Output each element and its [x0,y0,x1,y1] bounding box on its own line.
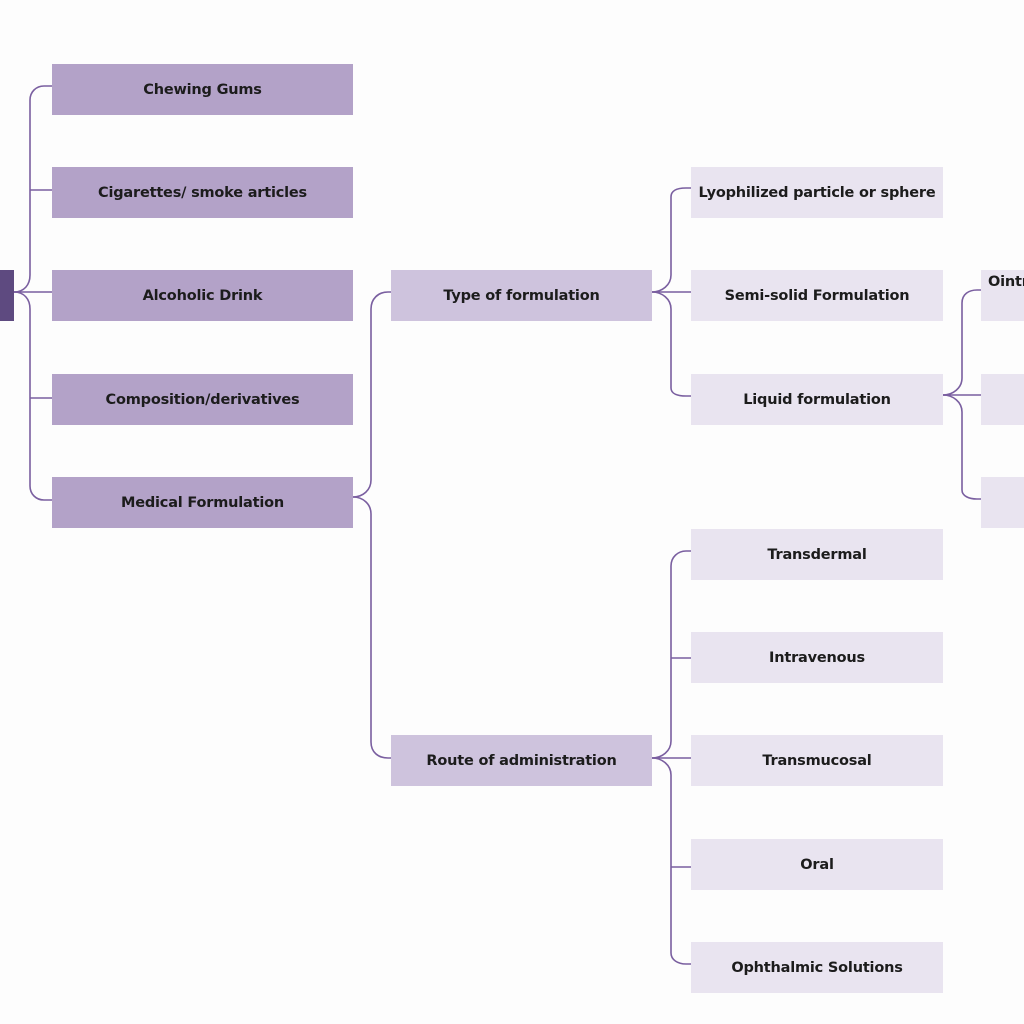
node-medical-formulation[interactable]: Medical Formulation [52,477,353,528]
connector-type-to-lyophilized [651,187,691,293]
connector-medical-to-type [352,291,391,498]
node-label: Alcoholic Drink [142,287,263,304]
node-cigarettes-smoke-articles[interactable]: Cigarettes/ smoke articles [52,167,353,218]
node-label: Chewing Gums [143,81,262,98]
connector-liquid-to-ointment [942,289,981,396]
connector-route-to-transdermal [651,550,691,759]
node-ophthalmic-solutions[interactable]: Ophthalmic Solutions [691,942,943,993]
node-transdermal[interactable]: Transdermal [691,529,943,580]
connector-root-to-medical-formulation [13,291,52,501]
node-oral[interactable]: Oral [691,839,943,890]
node-label: Cigarettes/ smoke articles [98,184,307,201]
node-lyophilized-particle-or-sphere[interactable]: Lyophilized particle or sphere [691,167,943,218]
node-label: Route of administration [426,752,617,769]
node-ointment-cropped[interactable]: Ointr [981,270,1024,321]
node-composition-derivatives[interactable]: Composition/derivatives [52,374,353,425]
node-intravenous[interactable]: Intravenous [691,632,943,683]
node-liquid-child-3-cropped[interactable] [981,477,1024,528]
node-label: Ointr [988,274,1024,290]
node-label: Transmucosal [762,752,872,769]
node-liquid-child-2-cropped[interactable] [981,374,1024,425]
node-route-of-administration[interactable]: Route of administration [391,735,652,786]
node-chewing-gums[interactable]: Chewing Gums [52,64,353,115]
root-node[interactable] [0,270,14,321]
connector-liquid-to-child-3 [942,394,981,500]
connector-root-to-chewing-gums [13,85,52,293]
node-type-of-formulation[interactable]: Type of formulation [391,270,652,321]
node-alcoholic-drink[interactable]: Alcoholic Drink [52,270,353,321]
node-transmucosal[interactable]: Transmucosal [691,735,943,786]
node-semi-solid-formulation[interactable]: Semi-solid Formulation [691,270,943,321]
node-label: Semi-solid Formulation [724,287,910,304]
node-label: Ophthalmic Solutions [731,959,903,976]
node-label: Transdermal [767,546,867,563]
node-label: Composition/derivatives [105,391,300,408]
connector-route-to-ophthalmic [651,757,691,965]
node-label: Type of formulation [443,287,600,304]
node-label: Intravenous [769,649,865,666]
node-label: Liquid formulation [743,391,891,408]
connector-medical-to-route [352,496,391,759]
node-label: Lyophilized particle or sphere [698,184,936,201]
node-liquid-formulation[interactable]: Liquid formulation [691,374,943,425]
node-label: Oral [800,856,834,873]
connector-type-to-liquid [651,291,691,397]
node-label: Medical Formulation [120,494,284,511]
